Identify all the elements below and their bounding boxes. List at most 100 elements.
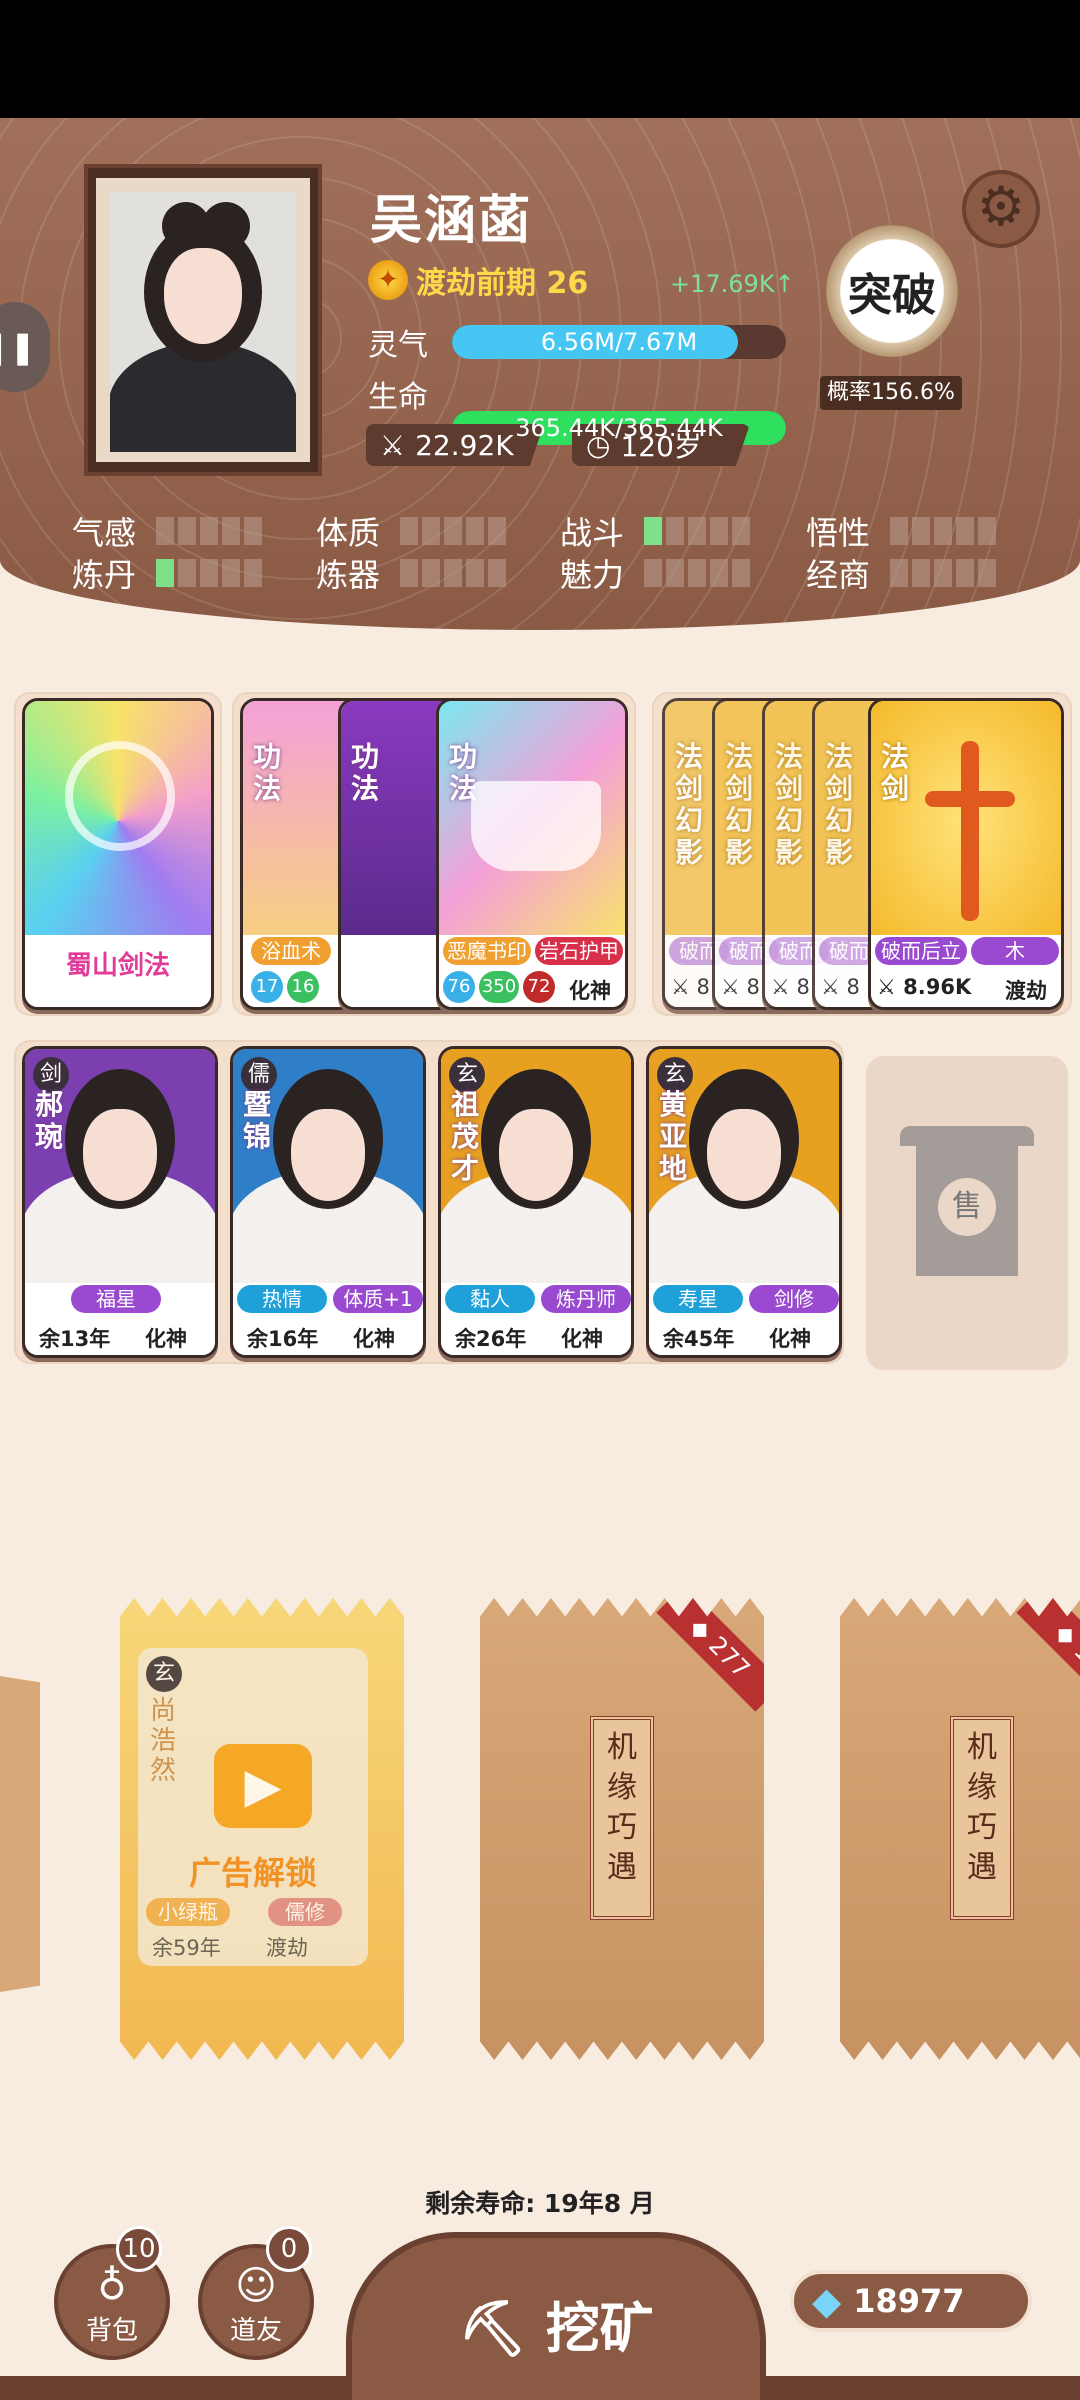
character-name: 吴涵菡 (370, 191, 533, 251)
character-portrait[interactable] (88, 168, 318, 472)
pack-title: 机缘巧遇 (950, 1716, 1014, 1920)
gear-icon[interactable]: ⚙ (962, 170, 1040, 248)
gem-icon: ◆ (812, 2279, 842, 2323)
sword-art-name: 蜀山剑法 (65, 951, 170, 981)
attribute-0: 气感 (72, 508, 262, 554)
artifact-power: ⚔ 8 (821, 975, 860, 999)
disciple-life: 余16年 (247, 1327, 319, 1351)
cultivation-realm: ✦ 渡劫前期 26 (368, 258, 588, 302)
sell-slot[interactable]: 售 (866, 1056, 1068, 1370)
attribute-level (156, 559, 262, 587)
pavilion-roof-icon (900, 1126, 1034, 1146)
mine-button[interactable]: ⛏ 挖矿 (346, 2232, 766, 2400)
disciple-card[interactable]: 玄祖茂才 黏人 炼丹师 余26年 化神 (438, 1046, 634, 1358)
side-drawer-tab[interactable]: ❚❚ (0, 302, 50, 392)
artifact-card-front[interactable]: 法剑 破而后立 木 ⚔ 8.96K 渡劫 (868, 698, 1064, 1010)
breakthrough-rate: 概率156.6% (820, 376, 962, 410)
stat-dot: 72 (523, 971, 555, 1003)
attribute-name: 炼器 (316, 556, 381, 594)
breakthrough-button[interactable]: 突破 (826, 225, 958, 357)
artifact-type-label: 法剑 (881, 740, 910, 805)
attribute-7: 经商 (806, 550, 996, 596)
disciple-card[interactable]: 儒暨锦 热情 体质+1 余16年 化神 (230, 1046, 426, 1358)
artifact-power: ⚔ 8.96K (877, 975, 972, 999)
artifact-back-label: 法剑幻影 (675, 740, 704, 869)
qi-value: 6.56M/7.67M (540, 328, 698, 356)
artifact-power: ⚔ 8 (721, 975, 760, 999)
attribute-name: 魅力 (560, 556, 625, 594)
disciple-card[interactable]: 玄黄亚地 寿星 剑修 余45年 化神 (646, 1046, 842, 1358)
gem-count: 18977 (853, 2282, 965, 2320)
mine-label: 挖矿 (545, 2297, 654, 2360)
disciple-name: 郝琬 (35, 1088, 64, 1153)
disciple-rank: 化神 (561, 1327, 603, 1351)
attribute-level (644, 559, 750, 587)
attribute-name: 战斗 (560, 514, 625, 552)
artifact-rank: 渡劫 (1005, 979, 1047, 1003)
disciple-tag: 福星 (71, 1285, 161, 1313)
disciple-name: 尚浩然 (150, 1696, 177, 1786)
technique-tag: 浴血术 (251, 937, 331, 965)
attribute-name: 经商 (806, 556, 871, 594)
sell-label: 售 (938, 1178, 996, 1236)
pack-offscreen-left[interactable] (0, 1676, 40, 1992)
disciple-rank: 化神 (353, 1327, 395, 1351)
hp-label: 生命 (368, 380, 428, 415)
disciple-name: 暨锦 (243, 1088, 272, 1153)
attribute-name: 体质 (316, 514, 381, 552)
stat-dot: 16 (287, 971, 319, 1003)
fortune-pack-2[interactable]: 机缘巧遇 ◆ 19 (840, 1598, 1080, 2060)
status-bar (0, 0, 1080, 118)
disciple-life: 余13年 (39, 1327, 111, 1351)
disciple-life: 余59年 (152, 1936, 221, 1960)
remaining-life: 剩余寿命: 19年8 月 (425, 2189, 655, 2218)
disciple-card[interactable]: 剑郝琬 福星 余13年 化神 (22, 1046, 218, 1358)
stat-dot: 17 (251, 971, 283, 1003)
hp-bar: 365.44K/365.44K (452, 411, 786, 445)
pickaxe-icon: ⛏ (458, 2297, 527, 2360)
attribute-level (400, 517, 506, 545)
disciple-rank: 渡劫 (266, 1936, 308, 1960)
attribute-3: 悟性 (806, 508, 996, 554)
disciple-life: 余26年 (455, 1327, 527, 1351)
book-icon (471, 781, 601, 871)
qi-bar: 6.56M/7.67M (452, 325, 786, 359)
technique-type-label: 功法 (351, 740, 380, 805)
mine-label-wrap: ⛏ 挖矿 (352, 2284, 760, 2363)
realm-text: 渡劫前期 26 (416, 266, 589, 301)
disciple-preview-card: 玄 尚浩然 ▶ 广告解锁 小绿瓶 儒修 余59年 渡劫 (138, 1648, 368, 1966)
artifact-power: ⚔ 8 (671, 975, 710, 999)
bag-count-badge: 10 (116, 2226, 162, 2272)
stat-dot: 76 (443, 971, 475, 1003)
attribute-6: 魅力 (560, 550, 750, 596)
artifact-tag: 破而后立 (875, 937, 967, 965)
flying-sword-icon (961, 741, 979, 921)
ad-unlock-label: 广告解锁 (188, 1854, 317, 1892)
ad-unlock-pack[interactable]: 玄 尚浩然 ▶ 广告解锁 小绿瓶 儒修 余59年 渡劫 (120, 1598, 404, 2060)
technique-card-front[interactable]: 功法 恶魔书印 岩石护甲 76 350 72 化神 (436, 698, 628, 1010)
attribute-level (644, 517, 750, 545)
disciple-rank: 化神 (145, 1327, 187, 1351)
sword-power-icon: ⚔ (380, 428, 406, 462)
artifact-back-label: 法剑幻影 (825, 740, 854, 869)
attribute-name: 悟性 (806, 514, 871, 552)
artifact-back-label: 法剑幻影 (775, 740, 804, 869)
gem-balance[interactable]: ◆ 18977 (790, 2270, 1032, 2332)
qi-gain-rate: +17.69K↑ (670, 270, 795, 298)
attribute-name: 气感 (72, 514, 137, 552)
disciple-tag: 小绿瓶 (146, 1898, 230, 1926)
disciple-rank: 化神 (769, 1327, 811, 1351)
fortune-pack-1[interactable]: 机缘巧遇 ◆ 277 (480, 1598, 764, 2060)
sword-art-card[interactable]: 蜀山剑法 (22, 698, 214, 1010)
sword-guard-icon (925, 791, 1015, 807)
disciple-tag: 炼丹师 (541, 1285, 631, 1313)
video-play-icon: ▶ (214, 1744, 312, 1828)
flame-icon: ✦ (368, 260, 408, 300)
attribute-level (400, 559, 506, 587)
friends-label: 道友 (229, 2316, 282, 2346)
breakthrough-label: 突破 (848, 270, 936, 321)
technique-tag: 恶魔书印 (443, 937, 531, 965)
disciple-name: 祖茂才 (451, 1088, 480, 1185)
disciple-tag: 儒修 (268, 1898, 342, 1926)
technique-rank: 化神 (569, 979, 611, 1003)
